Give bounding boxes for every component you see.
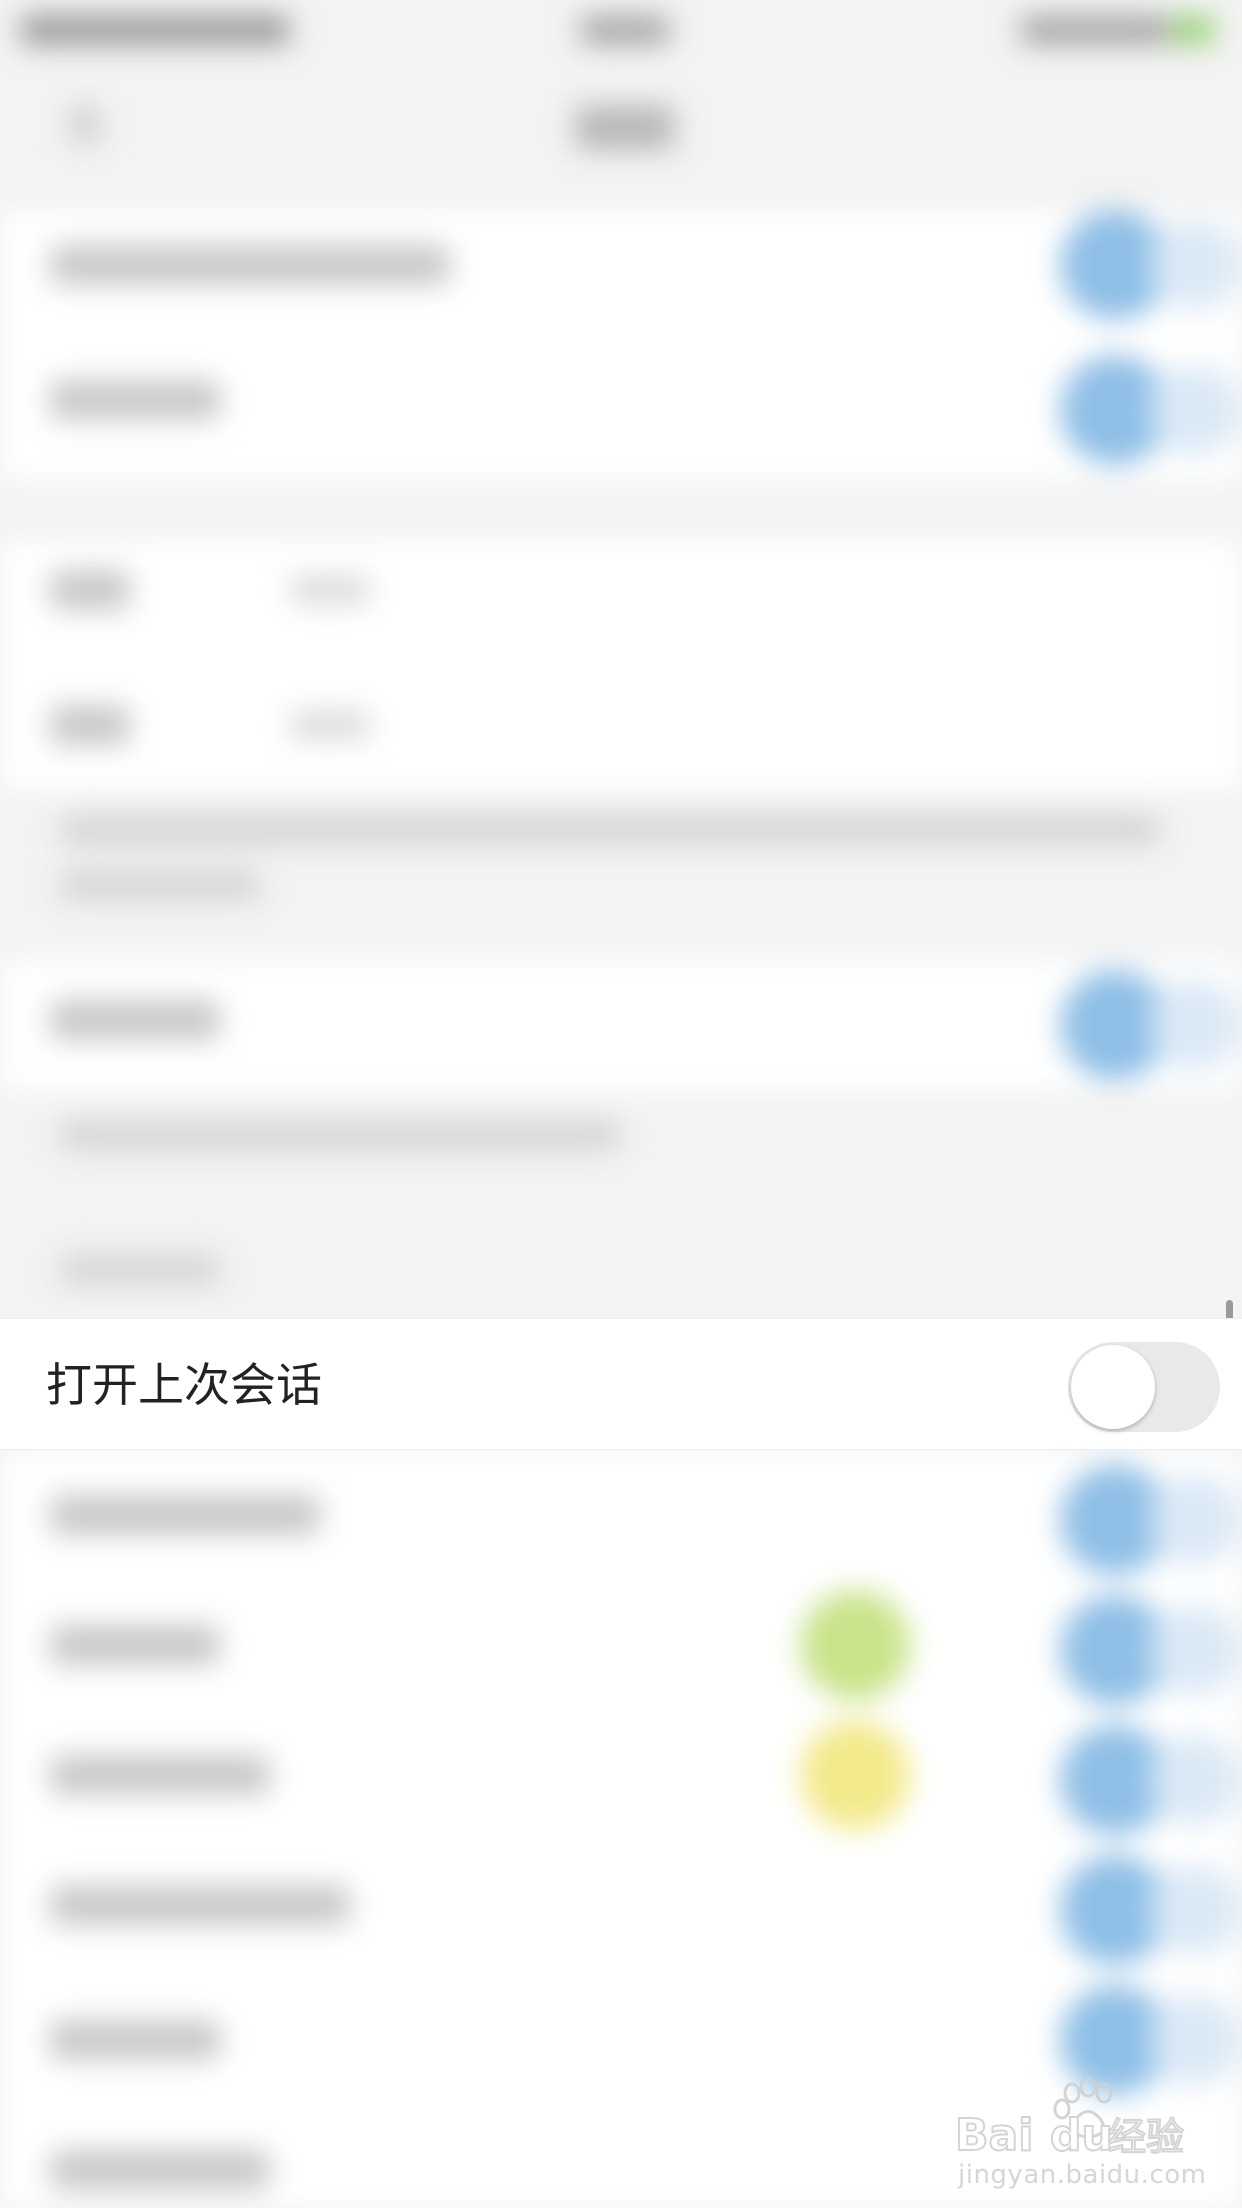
blurred-toggle	[1060, 1465, 1240, 1575]
blurred-toggle	[1060, 210, 1240, 320]
blurred-toggle	[1060, 355, 1240, 465]
blurred-green-color-swatch	[800, 1590, 910, 1700]
blurred-toggle	[1060, 1595, 1240, 1705]
open-last-session-toggle[interactable]	[1068, 1342, 1220, 1432]
blurred-yellow-color-swatch	[800, 1720, 910, 1830]
toggle-knob	[1071, 1345, 1155, 1429]
watermark-url: jingyan.baidu.com	[958, 2160, 1207, 2190]
blurred-toggle	[1060, 1855, 1240, 1965]
settings-screen: 打开上次会话 Bai du 经验 jingyan.baidu.com	[0, 0, 1242, 2208]
svg-text:Bai: Bai	[955, 2110, 1033, 2161]
blurred-battery-level	[1170, 15, 1215, 45]
open-last-session-label: 打开上次会话	[46, 1358, 322, 1412]
blurred-nav-title	[575, 105, 675, 150]
svg-text:经验: 经验	[1108, 2115, 1184, 2159]
blurred-toggle	[1060, 970, 1240, 1080]
blurred-status-time	[580, 15, 670, 45]
blurred-status-battery	[1020, 15, 1170, 45]
blurred-status-carrier	[20, 15, 290, 45]
open-last-session-row[interactable]: 打开上次会话	[0, 1318, 1242, 1450]
svg-text:du: du	[1050, 2110, 1113, 2161]
blurred-background	[0, 0, 1242, 2208]
blurred-toggle	[1060, 1725, 1240, 1835]
blurred-back-icon	[70, 105, 100, 145]
